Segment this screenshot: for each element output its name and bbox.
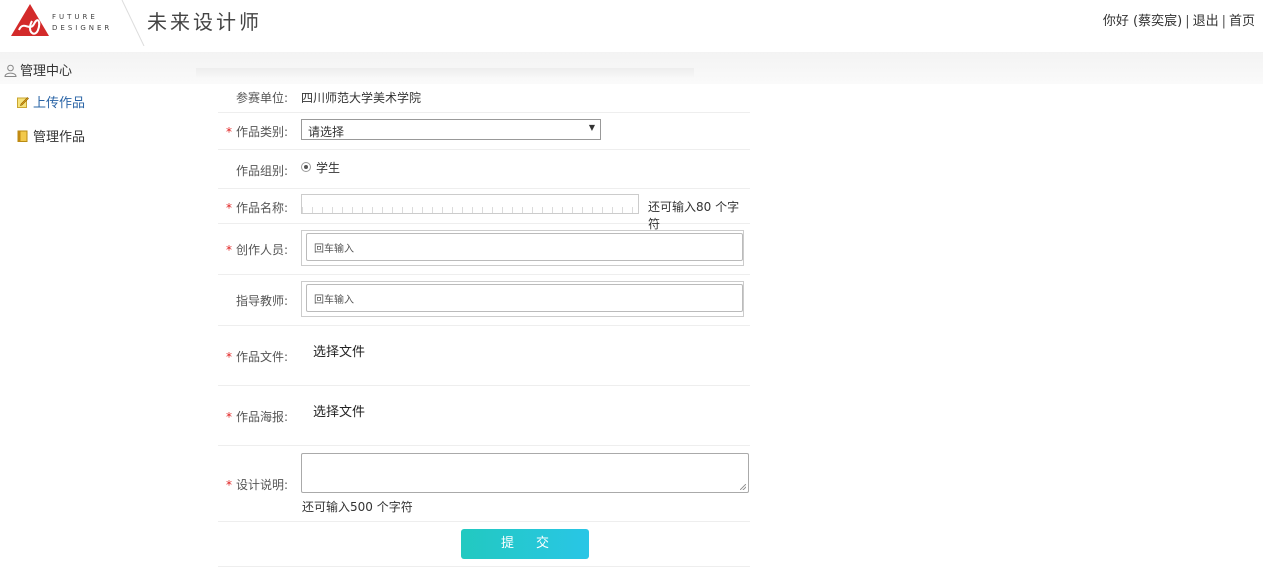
name-label: * 作品名称: [225, 201, 288, 215]
user-links: 你好 (蔡奕宸) | 退出 | 首页 [1103, 10, 1255, 29]
book-icon [17, 130, 28, 142]
required-mark: * [225, 478, 232, 492]
row-unit: 参赛单位: 四川师范大学美术学院 [218, 80, 750, 113]
link-separator: | [1221, 14, 1226, 29]
creators-input-frame[interactable] [306, 233, 743, 261]
required-mark: * [225, 243, 232, 257]
edit-icon [17, 97, 29, 108]
radio-selected-icon[interactable] [301, 162, 311, 172]
category-select[interactable]: 请选择 ▼ [301, 119, 601, 140]
category-select-value: 请选择 [308, 125, 345, 139]
advisors-input-frame[interactable] [306, 284, 743, 312]
row-group: 作品组别: 学生 [218, 150, 750, 189]
logo-mark-icon [11, 4, 49, 36]
dropdown-arrow-icon: ▼ [588, 123, 595, 132]
site-title: 未来设计师 [147, 10, 262, 34]
logo[interactable]: FUTURE DESIGNER [10, 2, 120, 42]
sidebar-title: 管理中心 [4, 60, 72, 79]
user-icon [4, 64, 17, 77]
logout-link[interactable]: 退出 [1193, 14, 1219, 29]
description-label: * 设计说明: [225, 478, 288, 492]
file-choose-button[interactable]: 选择文件 [313, 341, 365, 360]
group-radio-label: 学生 [316, 161, 341, 175]
sidebar-title-label: 管理中心 [20, 64, 73, 79]
unit-label: 参赛单位: [235, 91, 288, 105]
header-divider [121, 0, 145, 46]
input-ruler [302, 207, 638, 213]
creators-tag-input[interactable]: 回车输入 [301, 230, 744, 266]
home-link[interactable]: 首页 [1229, 14, 1255, 29]
submit-button[interactable]: 提交 [461, 529, 589, 559]
creators-placeholder: 回车输入 [314, 244, 354, 255]
category-label: * 作品类别: [225, 125, 288, 139]
header: FUTURE DESIGNER 未来设计师 你好 (蔡奕宸) | 退出 | 首页 [0, 0, 1263, 52]
creators-label: * 创作人员: [225, 243, 288, 257]
group-label: 作品组别: [235, 164, 288, 178]
sidebar-item-manage[interactable]: 管理作品 [17, 126, 85, 145]
required-mark: * [225, 350, 232, 364]
logo-text-future: FUTURE [52, 13, 98, 21]
logo-text-designer: DESIGNER [52, 24, 113, 32]
top-bar-shade [196, 68, 694, 78]
link-separator: | [1185, 14, 1190, 29]
required-mark: * [225, 410, 232, 424]
description-textarea[interactable] [301, 453, 749, 493]
required-mark: * [225, 125, 232, 139]
user-greeting: 你好 (蔡奕宸) [1102, 14, 1183, 29]
advisors-tag-input[interactable]: 回车输入 [301, 281, 744, 317]
sidebar-item-upload[interactable]: 上传作品 [17, 92, 85, 111]
poster-label: * 作品海报: [225, 410, 288, 424]
description-char-count: 还可输入500 个字符 [302, 500, 413, 514]
row-poster: * 作品海报: 选择文件 [218, 386, 750, 446]
row-file: * 作品文件: 选择文件 [218, 326, 750, 386]
poster-choose-button[interactable]: 选择文件 [313, 401, 365, 420]
name-input[interactable] [301, 194, 639, 214]
sidebar-item-label: 上传作品 [33, 96, 86, 111]
file-label: * 作品文件: [225, 350, 288, 364]
resize-grip-icon[interactable] [740, 484, 746, 490]
group-radio[interactable]: 学生 [301, 159, 340, 176]
required-mark: * [225, 201, 232, 215]
unit-value: 四川师范大学美术学院 [301, 91, 422, 105]
sidebar-item-label: 管理作品 [33, 130, 86, 145]
advisors-label: 指导教师: [235, 294, 288, 308]
advisors-placeholder: 回车输入 [314, 295, 354, 306]
